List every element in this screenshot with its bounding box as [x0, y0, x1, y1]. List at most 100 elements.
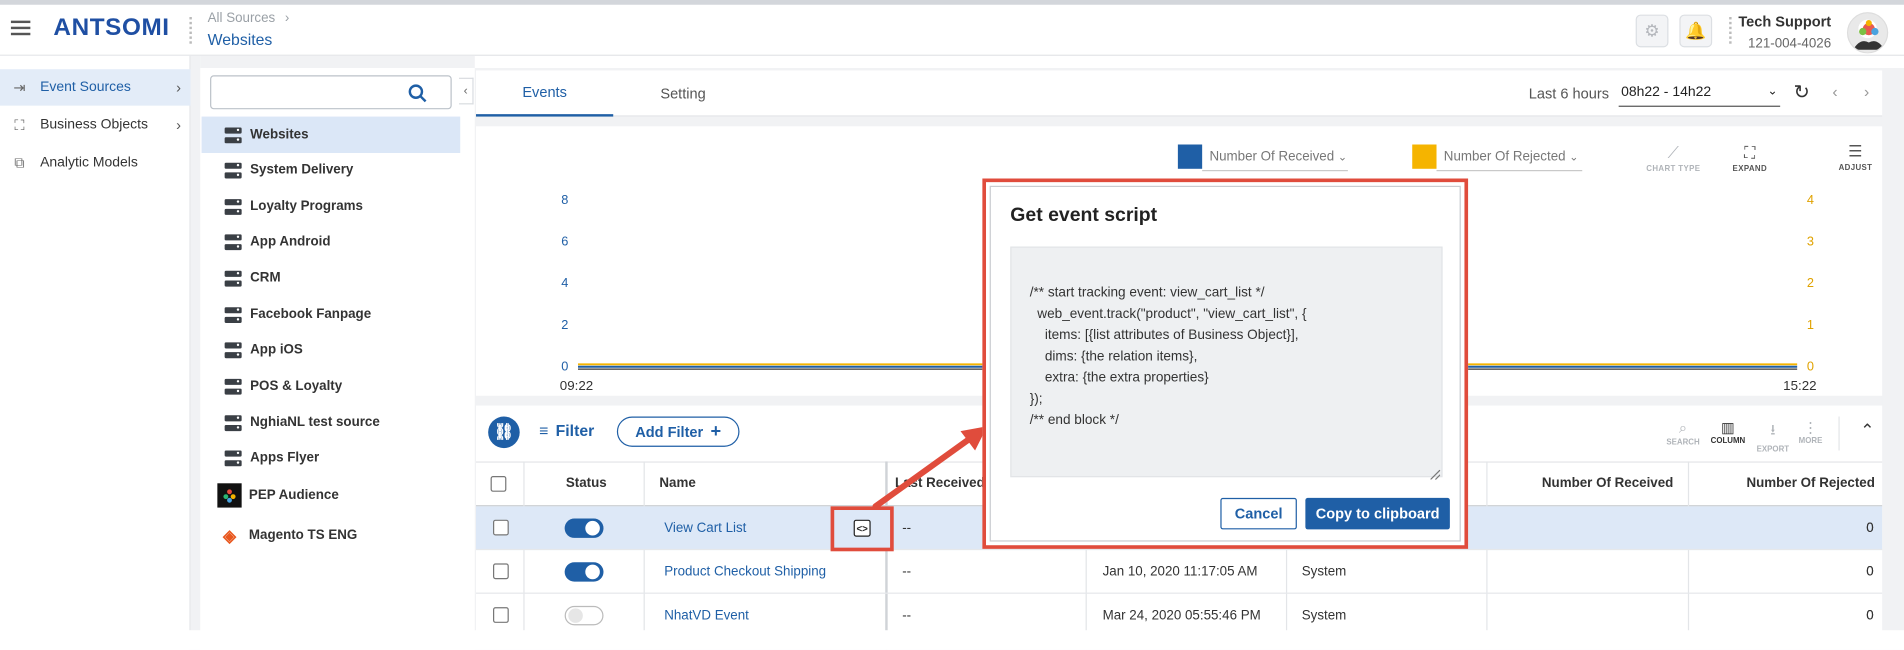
user-name: Tech Support: [1738, 13, 1832, 31]
source-item[interactable]: ◈ Magento TS ENG: [202, 517, 461, 553]
column-button[interactable]: ▥ COLUMN: [1706, 419, 1750, 446]
status-toggle[interactable]: [564, 562, 604, 582]
row-checkbox[interactable]: [493, 563, 509, 580]
source-item[interactable]: POS & Loyalty: [202, 368, 461, 404]
row-checkbox[interactable]: [493, 607, 509, 623]
source-item-label: CRM: [250, 270, 281, 286]
time-range-select[interactable]: 08h22 - 14h22 ⌄: [1618, 80, 1781, 107]
chevron-right-icon[interactable]: ›: [1864, 83, 1869, 101]
legend-select-rejected[interactable]: Number Of Rejected ⌄: [1436, 145, 1583, 172]
source-item-label: Facebook Fanpage: [250, 307, 372, 322]
settings-button[interactable]: ⚙: [1635, 14, 1669, 48]
columns-icon: ▥: [1721, 418, 1735, 436]
server-icon: [224, 414, 242, 431]
column-header-number-received[interactable]: Number Of Received: [1489, 461, 1673, 505]
created-by-cell: System: [1301, 564, 1347, 580]
models-icon: ⧉: [14, 153, 25, 171]
legend-label: Number Of Rejected: [1443, 149, 1566, 164]
created-by-cell: System: [1301, 608, 1347, 623]
source-item[interactable]: System Delivery: [202, 152, 461, 188]
legend-swatch-rejected: [1412, 144, 1437, 169]
more-button[interactable]: ⋮ MORE: [1795, 419, 1827, 446]
legend-swatch-received: [1177, 144, 1203, 169]
source-item-label: Loyalty Programs: [250, 199, 363, 214]
source-item-label: App iOS: [250, 342, 303, 358]
last-received-cell: --: [902, 608, 912, 623]
nav-item-analytic-models[interactable]: ⧉ Analytic Models: [0, 145, 191, 181]
tab-setting[interactable]: Setting: [613, 70, 753, 116]
y-right-tick-label: 0: [1807, 358, 1814, 373]
column-header-status[interactable]: Status: [566, 461, 607, 505]
rejected-count-cell: 0: [1866, 520, 1874, 536]
last-received-cell: --: [902, 520, 912, 536]
y-right-tick-label: 3: [1807, 234, 1814, 249]
column-header-name[interactable]: Name: [659, 461, 695, 505]
source-item-label: PEP Audience: [248, 488, 339, 503]
line-chart-icon: ⟋: [1667, 143, 1680, 162]
column-header-number-rejected[interactable]: Number Of Rejected: [1690, 461, 1874, 505]
chevron-down-icon: ⌄: [1569, 150, 1579, 163]
tool-label: COLUMN: [1710, 437, 1746, 446]
sliders-icon: ☰: [1848, 142, 1863, 161]
avatar[interactable]: [1846, 12, 1889, 54]
menu-icon[interactable]: [10, 20, 31, 36]
select-all-checkbox[interactable]: [490, 461, 507, 505]
tab-events[interactable]: Events: [476, 70, 614, 117]
tool-label: ADJUST: [1838, 163, 1873, 173]
export-button[interactable]: ⭳ EXPORT: [1753, 419, 1792, 454]
collapse-panel-button[interactable]: ‹: [459, 77, 474, 105]
source-item[interactable]: Facebook Fanpage: [202, 296, 461, 332]
event-name-link[interactable]: View Cart List: [664, 521, 746, 536]
status-toggle[interactable]: [564, 518, 604, 538]
script-code-textarea[interactable]: /** start tracking event: view_cart_list…: [1010, 246, 1443, 478]
expand-button[interactable]: ⛶ EXPAND: [1724, 143, 1775, 173]
chevron-right-icon: ›: [284, 10, 290, 26]
row-checkbox[interactable]: [493, 519, 509, 536]
nav-item-business-objects[interactable]: ⛶ Business Objects ›: [0, 107, 191, 143]
chart-type-button[interactable]: ⟋ CHART TYPE: [1642, 143, 1705, 173]
y-right-tick-label: 2: [1807, 275, 1814, 290]
source-item[interactable]: CRM: [202, 260, 461, 296]
source-item[interactable]: Apps Flyer: [202, 440, 461, 476]
pep-logo-icon: [217, 483, 242, 508]
source-item[interactable]: PEP Audience: [202, 477, 461, 513]
source-item[interactable]: App Android: [202, 223, 461, 259]
link-icon[interactable]: ⛓: [488, 416, 520, 449]
server-icon: [224, 162, 242, 178]
event-name-link[interactable]: Product Checkout Shipping: [664, 565, 826, 580]
nav-item-event-sources[interactable]: ⇥ Event Sources ›: [0, 69, 191, 106]
chevron-left-icon: ‹: [463, 84, 468, 98]
chevron-left-icon[interactable]: ‹: [1832, 83, 1837, 101]
server-icon: [224, 378, 242, 395]
breadcrumb[interactable]: All Sources ›: [208, 11, 290, 26]
copy-to-clipboard-button[interactable]: Copy to clipboard: [1305, 497, 1450, 530]
x-tick-label: 09:22: [560, 378, 593, 393]
event-name-link[interactable]: NhatVD Event: [664, 608, 749, 623]
legend-select-received[interactable]: Number Of Received ⌄: [1202, 145, 1348, 172]
breadcrumb-parent[interactable]: All Sources: [208, 11, 276, 26]
app-logo[interactable]: ANTSOMI: [53, 15, 169, 43]
filter-button[interactable]: ≡ Filter: [539, 421, 594, 439]
adjust-button[interactable]: ☰ ADJUST: [1831, 142, 1880, 172]
table-row[interactable]: Product Checkout Shipping -- Jan 10, 202…: [476, 550, 1883, 594]
resize-handle-icon[interactable]: [1430, 465, 1441, 481]
status-toggle[interactable]: [564, 605, 604, 626]
source-item[interactable]: NghiaNL test source: [202, 404, 461, 440]
add-filter-button[interactable]: Add Filter +: [616, 416, 740, 447]
source-search-input[interactable]: [210, 75, 452, 110]
table-search-button[interactable]: ⌕ SEARCH: [1664, 419, 1703, 447]
created-date-cell: Mar 24, 2020 05:55:46 PM: [1102, 608, 1261, 623]
refresh-icon[interactable]: ↻: [1794, 80, 1810, 104]
search-icon[interactable]: [408, 84, 427, 103]
collapse-up-icon[interactable]: ⌃: [1860, 420, 1874, 441]
created-date-cell: Jan 10, 2020 11:17:05 AM: [1102, 564, 1258, 580]
source-item[interactable]: Loyalty Programs: [202, 188, 461, 224]
chevron-right-icon: ›: [176, 78, 181, 96]
objects-icon: ⛶: [14, 115, 25, 133]
source-item-websites[interactable]: Websites: [201, 116, 461, 154]
source-item[interactable]: App iOS: [202, 332, 461, 368]
cancel-button[interactable]: Cancel: [1220, 497, 1297, 530]
chevron-down-icon: ⌄: [1767, 85, 1778, 99]
checkbox[interactable]: [490, 475, 507, 492]
chevron-down-icon: ⌄: [1337, 150, 1348, 163]
